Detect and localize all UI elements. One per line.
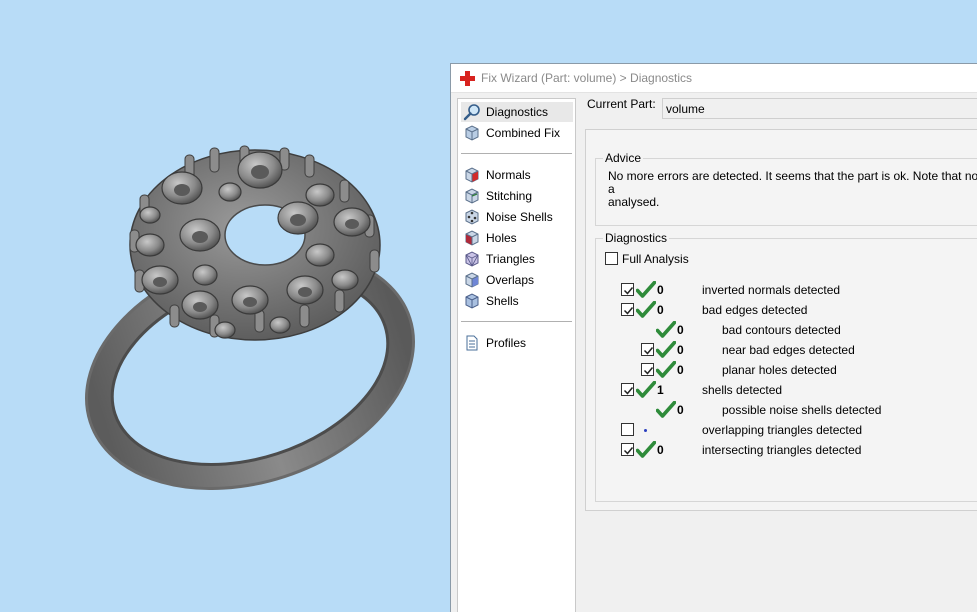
nav-item-label: Overlaps <box>486 273 535 287</box>
triangles-cube-icon <box>465 251 479 267</box>
status-check-icon <box>635 300 657 319</box>
nav-item-label: Profiles <box>486 336 527 350</box>
diagnostic-count: 0 <box>677 363 684 377</box>
3d-viewport[interactable] <box>0 0 452 612</box>
diagnostic-count: 0 <box>657 443 664 457</box>
nav-item-holes[interactable]: Holes <box>461 228 573 248</box>
diagnostic-checkbox[interactable] <box>621 443 634 456</box>
fix-wizard-nav: Diagnostics Combined Fix Normals Stitchi… <box>457 98 576 612</box>
diagnostic-label: near bad edges detected <box>722 343 855 357</box>
holes-cube-icon <box>465 230 479 246</box>
nav-item-diagnostics[interactable]: Diagnostics <box>461 102 573 122</box>
nav-item-combined-fix[interactable]: Combined Fix <box>461 123 573 143</box>
diagnostic-label: shells detected <box>702 383 783 397</box>
current-part-label: Current Part: <box>587 97 656 111</box>
diagnostic-label: inverted normals detected <box>702 283 841 297</box>
diagnostic-checkbox[interactable] <box>641 343 654 356</box>
diagnostic-checkbox[interactable] <box>641 363 654 376</box>
nav-separator <box>461 153 572 154</box>
nav-item-label: Normals <box>486 168 531 182</box>
diagnostic-count: 0 <box>677 343 684 357</box>
noise-shells-cube-icon <box>465 209 479 225</box>
nav-item-label: Combined Fix <box>486 126 561 140</box>
current-part-field[interactable]: volume <box>662 98 977 119</box>
nav-item-label: Stitching <box>486 189 533 203</box>
shells-cube-icon <box>465 293 479 309</box>
full-analysis-checkbox[interactable] <box>605 252 618 265</box>
diagnostic-count: 0 <box>677 403 684 417</box>
nav-item-label: Holes <box>486 231 517 245</box>
nav-item-noise-shells[interactable]: Noise Shells <box>461 207 573 227</box>
status-check-icon <box>655 340 677 359</box>
nav-item-label: Diagnostics <box>486 105 549 119</box>
nav-item-shells[interactable]: Shells <box>461 291 573 311</box>
normals-cube-icon <box>465 167 479 183</box>
diagnostic-checkbox[interactable] <box>621 303 634 316</box>
diagnostics-title: Diagnostics <box>603 231 670 245</box>
diagnostic-count: 0 <box>657 303 664 317</box>
diagnostics-group: Diagnostics Full Analysis 0 inverted norm… <box>595 231 977 502</box>
diagnostic-label: bad edges detected <box>702 303 808 317</box>
dialog-titlebar[interactable]: Fix Wizard (Part: volume) > Diagnostics <box>451 64 977 93</box>
status-check-icon <box>635 280 657 299</box>
nav-item-normals[interactable]: Normals <box>461 165 573 185</box>
nav-item-triangles[interactable]: Triangles <box>461 249 573 269</box>
fix-wizard-dialog: Fix Wizard (Part: volume) > Diagnostics … <box>450 63 977 612</box>
nav-item-label: Shells <box>486 294 519 308</box>
ring-model[interactable] <box>80 140 420 490</box>
nav-item-label: Triangles <box>486 252 535 266</box>
status-check-icon <box>655 400 677 419</box>
diagnostic-label: bad contours detected <box>722 323 841 337</box>
stitching-cube-icon <box>465 188 479 204</box>
diagnostic-checkbox[interactable] <box>621 283 634 296</box>
diagnostic-checkbox[interactable] <box>621 423 634 436</box>
status-pending-icon <box>644 429 647 432</box>
advice-text: No more errors are detected. It seems th… <box>608 170 977 209</box>
status-check-icon <box>655 320 677 339</box>
nav-item-profiles[interactable]: Profiles <box>461 333 573 353</box>
status-check-icon <box>635 440 657 459</box>
nav-separator <box>461 321 572 322</box>
diagnostic-count: 0 <box>677 323 684 337</box>
diagnostic-checkbox[interactable] <box>621 383 634 396</box>
diagnostic-label: possible noise shells detected <box>722 403 882 417</box>
advice-title: Advice <box>603 151 644 165</box>
red-cross-icon <box>460 71 475 86</box>
document-icon <box>466 335 478 351</box>
diagnostic-count: 1 <box>657 383 664 397</box>
status-check-icon <box>635 380 657 399</box>
nav-item-stitching[interactable]: Stitching <box>461 186 573 206</box>
diagnostic-label: planar holes detected <box>722 363 837 377</box>
nav-item-overlaps[interactable]: Overlaps <box>461 270 573 290</box>
diagnostics-panel: Advice No more errors are detected. It s… <box>585 129 977 511</box>
advice-group: Advice No more errors are detected. It s… <box>595 151 977 226</box>
dialog-title: Fix Wizard (Part: volume) > Diagnostics <box>481 71 693 85</box>
full-analysis-label: Full Analysis <box>622 252 689 266</box>
nav-item-label: Noise Shells <box>486 210 553 224</box>
cube-icon <box>465 125 479 141</box>
magnifier-icon <box>463 104 480 121</box>
status-check-icon <box>655 360 677 379</box>
diagnostic-count: 0 <box>657 283 664 297</box>
diagnostic-label: intersecting triangles detected <box>702 443 862 457</box>
overlaps-cube-icon <box>465 272 479 288</box>
diagnostic-label: overlapping triangles detected <box>702 423 863 437</box>
